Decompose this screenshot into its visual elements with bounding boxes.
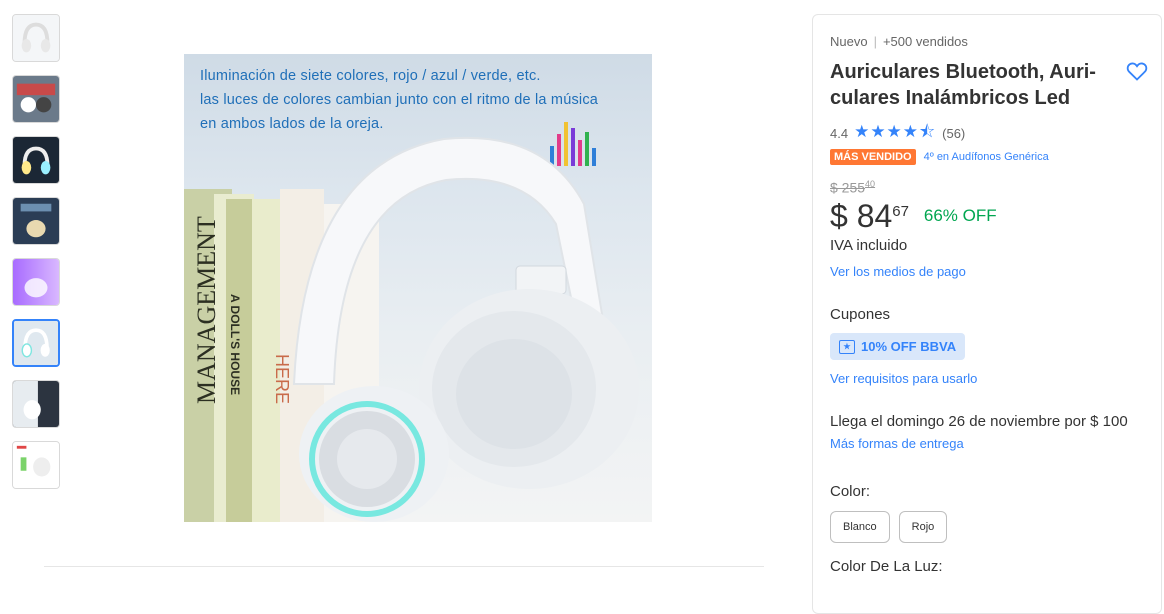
original-price-int: $ 255	[830, 179, 866, 196]
category-ranking-link[interactable]: 4º en Audífonos Genérica	[924, 151, 1049, 163]
caption-line-1: Iluminación de siete colores, rojo / azu…	[200, 68, 541, 84]
rating-row[interactable]: 4.4 ★★★★⯪ (56)	[830, 119, 965, 148]
price-int: $ 84	[830, 198, 893, 234]
product-info-panel: Nuevo | +500 vendidos Auriculares Bluetoot…	[812, 14, 1162, 614]
coupon-button[interactable]: ★ 10% OFF BBVA	[830, 333, 966, 360]
thumbnail-4[interactable]	[12, 197, 60, 245]
coupons-label: Cupones	[830, 306, 891, 323]
color-options: Blanco Rojo	[830, 511, 956, 543]
thumbnail-6[interactable]	[12, 319, 60, 367]
color-option-blanco[interactable]: Blanco	[830, 511, 890, 543]
delivery-info: Llega el domingo 26 de noviembre por $ 1…	[830, 413, 1128, 430]
divider	[44, 566, 764, 567]
best-seller-badge: MÁS VENDIDO	[830, 149, 916, 165]
book-spine-management: MANAGEMENT	[192, 216, 221, 404]
payment-methods-link[interactable]: Ver los medios de pago	[830, 264, 966, 279]
thumbnail-7[interactable]	[12, 380, 60, 428]
coupon-requirements-link[interactable]: Ver requisitos para usarlo	[830, 371, 977, 386]
review-count: (56)	[942, 126, 966, 141]
thumbnail-gallery	[12, 14, 62, 502]
condition-label: Nuevo	[830, 34, 868, 49]
coupon-ticket-icon: ★	[839, 339, 855, 354]
product-title: Auriculares Bluetooth, Auri-culares Inal…	[830, 61, 1096, 109]
thumbnail-1[interactable]	[12, 14, 60, 62]
image-caption: Iluminación de siete colores, rojo / azu…	[200, 64, 598, 136]
main-product-image[interactable]: MANAGEMENT A DOLL'S HOUSE HERE Iluminaci…	[184, 54, 652, 522]
discount-label: 66% OFF	[923, 205, 997, 225]
thumbnail-2[interactable]	[12, 75, 60, 123]
color-option-rojo[interactable]: Rojo	[898, 511, 948, 543]
sold-count: +500 vendidos	[882, 34, 968, 49]
price-cents: 67	[892, 203, 909, 220]
product-meta: Nuevo | +500 vendidos	[830, 34, 968, 49]
current-price: $ 8467 66% OFF	[830, 198, 997, 235]
caption-line-2: las luces de colores cambian junto con e…	[200, 92, 599, 108]
book-spine-dolls-house: A DOLL'S HOUSE	[228, 294, 242, 396]
badge-row: MÁS VENDIDO 4º en Audífonos Genérica	[830, 149, 1049, 165]
book-spine-here: HERE	[272, 354, 292, 405]
thumbnail-3[interactable]	[12, 136, 60, 184]
favorite-heart-icon[interactable]	[1125, 59, 1149, 83]
thumbnail-5[interactable]	[12, 258, 60, 306]
thumbnail-8[interactable]	[12, 441, 60, 489]
meta-separator: |	[873, 34, 877, 49]
caption-line-3: en ambos lados de la oreja.	[200, 116, 384, 132]
original-price: $ 25540	[830, 179, 875, 196]
coupon-label: 10% OFF BBVA	[861, 339, 957, 354]
delivery-options-link[interactable]: Más formas de entrega	[830, 436, 964, 451]
light-color-label: Color De La Luz:	[830, 558, 943, 575]
rating-value: 4.4	[830, 126, 849, 141]
color-label: Color:	[830, 483, 871, 500]
tax-note: IVA incluido	[830, 237, 908, 254]
rating-stars-icon: ★★★★⯪	[854, 122, 937, 141]
original-price-cents: 40	[865, 179, 876, 189]
